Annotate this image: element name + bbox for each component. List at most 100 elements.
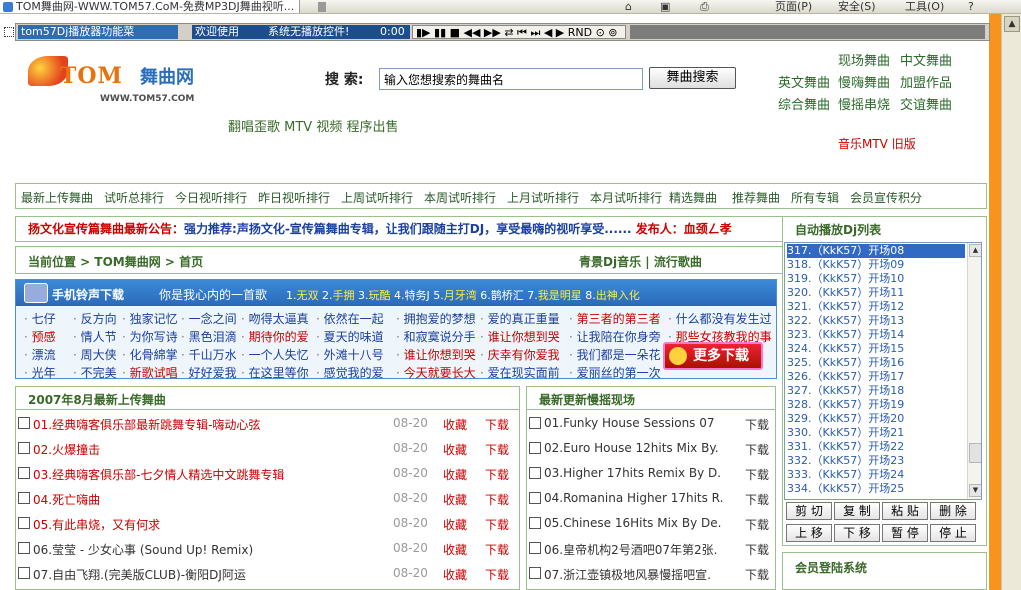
collect-link[interactable]: 收藏 — [443, 566, 467, 583]
site-logo[interactable]: TOM 舞曲网 WWW.TOM57.COM — [28, 53, 208, 108]
collect-link[interactable]: 收藏 — [443, 441, 467, 458]
download-link[interactable]: 下载 — [745, 541, 769, 558]
nav-item[interactable]: 昨日视听排行 — [258, 189, 330, 206]
sub-links[interactable]: 翻唱歪歌 MTV 视频 程序出售 — [228, 116, 398, 135]
ringtone-link[interactable]: · 和寂寞说分手 — [396, 328, 476, 345]
search-input[interactable] — [379, 68, 643, 90]
nav-item[interactable]: 今日视听排行 — [175, 189, 247, 206]
autoplay-button[interactable]: 上 移 — [786, 524, 832, 542]
download-link[interactable]: 下载 — [485, 491, 509, 508]
ringtone-link[interactable]: · 一个人失忆 — [241, 346, 309, 363]
row-checkbox[interactable] — [18, 567, 30, 579]
song-name[interactable]: 03.经典嗨客俱乐部-七夕情人精选中文跳舞专辑 — [33, 466, 284, 483]
list-item[interactable]: 322.（KkK57）开场13 — [787, 314, 965, 328]
song-name[interactable]: 02.火爆撞击 — [33, 441, 100, 458]
nav-item[interactable]: 本周试听排行 — [424, 189, 496, 206]
ringtone-link[interactable]: · 拥抱爱的梦想 — [396, 310, 476, 327]
link-ballroom[interactable]: 交谊舞曲 — [900, 94, 952, 113]
player-volume-slider[interactable] — [630, 25, 985, 39]
list-item[interactable]: 319.（KkK57）开场10 — [787, 272, 965, 286]
ringtone-link[interactable]: · 什么都没有发生过 — [668, 310, 772, 327]
song-name[interactable]: 01.经典嗨客俱乐部最新跳舞专辑-嗨动心弦 — [33, 416, 260, 433]
row-checkbox[interactable] — [18, 417, 30, 429]
tab-close-icon[interactable] — [318, 2, 326, 12]
list-item[interactable]: 318.（KkK57）开场09 — [787, 258, 965, 272]
list-item[interactable]: 334.（KkK57）开场25 — [787, 482, 965, 496]
ringtone-link[interactable]: · 漂流 — [24, 346, 56, 363]
ringtone-link[interactable]: · 谁让你想到哭 — [480, 328, 560, 345]
list-item[interactable]: 324.（KkK57）开场15 — [787, 342, 965, 356]
collect-link[interactable]: 收藏 — [443, 541, 467, 558]
ringtone-link[interactable]: · 情人节 — [73, 328, 117, 345]
ringtone-link[interactable]: · 预感 — [24, 328, 56, 345]
menu-page[interactable]: 页面(P) — [775, 0, 812, 13]
nav-item[interactable]: 会员宣传积分 — [850, 189, 922, 206]
download-link[interactable]: 下载 — [485, 441, 509, 458]
ringtone-link[interactable]: · 不完美 — [73, 364, 117, 381]
list-item[interactable]: 331.（KkK57）开场22 — [787, 440, 965, 454]
ringtone-link[interactable]: · 为你写诗 — [122, 328, 178, 345]
link-chinese[interactable]: 中文舞曲 — [900, 50, 952, 69]
menu-safety[interactable]: 安全(S) — [838, 0, 876, 13]
ringtone-link[interactable]: · 第三者的第三者 — [569, 310, 661, 327]
player-controls[interactable]: ▮▶ ▮▮ ■ ◀◀ ▶▶ ⇄ ⏮ ⏭ ◀ ▶ RND ⊙ ⊚ — [412, 25, 626, 39]
ringtone-top-item[interactable]: 出神入化 — [596, 289, 640, 302]
collect-link[interactable]: 收藏 — [443, 491, 467, 508]
ringtone-top-item[interactable]: 无双 — [297, 289, 319, 302]
row-checkbox[interactable] — [18, 467, 30, 479]
ringtone-link[interactable]: · 夏天的味道 — [316, 328, 384, 345]
link-medley[interactable]: 慢摇串烧 — [838, 94, 890, 113]
download-link[interactable]: 下载 — [745, 441, 769, 458]
list-item[interactable]: 329.（KkK57）开场20 — [787, 412, 965, 426]
dj-set-name[interactable]: 05.Chinese 16Hits Mix By De. — [544, 516, 721, 530]
row-checkbox[interactable] — [529, 467, 541, 479]
list-item[interactable]: 327.（KkK57）开场18 — [787, 384, 965, 398]
help-icon[interactable]: ? — [968, 0, 974, 13]
download-link[interactable]: 下载 — [745, 566, 769, 583]
ringtone-link[interactable]: · 爱丽丝的第一次 — [569, 364, 661, 381]
ringtone-top-item[interactable]: 鹊桥汇 — [491, 289, 524, 302]
autoplay-button[interactable]: 停 止 — [930, 524, 976, 542]
download-link[interactable]: 下载 — [745, 466, 769, 483]
list-item[interactable]: 325.（KkK57）开场16 — [787, 356, 965, 370]
ringtone-link[interactable]: · 周大侠 — [73, 346, 117, 363]
ringtone-link[interactable]: · 独家记忆 — [122, 310, 178, 327]
breadcrumb-path[interactable]: 当前位置 > TOM舞曲网 > 首页 — [28, 253, 203, 270]
ringtone-subtitle[interactable]: 你是我心内的一首歌 — [159, 286, 267, 303]
download-link[interactable]: 下载 — [485, 566, 509, 583]
ringtone-top-item[interactable]: 特务J — [405, 289, 430, 302]
search-button[interactable]: 舞曲搜索 — [649, 67, 736, 89]
ringtone-link[interactable]: · 好好爱我 — [181, 364, 237, 381]
ringtone-link[interactable]: · 爱的真正重量 — [480, 310, 560, 327]
nav-item[interactable]: 上月试听排行 — [507, 189, 579, 206]
nav-item[interactable]: 上周试听排行 — [341, 189, 413, 206]
ringtone-link[interactable]: · 外滩十八号 — [316, 346, 384, 363]
ringtone-link[interactable]: · 黑色泪滴 — [181, 328, 237, 345]
ringtone-top-item[interactable]: 我是明星 — [538, 289, 582, 302]
ringtone-link[interactable]: · 依然在一起 — [316, 310, 384, 327]
download-link[interactable]: 下载 — [485, 416, 509, 433]
dj-set-name[interactable]: 02.Euro House 12hits Mix By. — [544, 441, 719, 455]
ringtone-link[interactable]: · 一念之间 — [181, 310, 237, 327]
collect-link[interactable]: 收藏 — [443, 466, 467, 483]
link-mix[interactable]: 综合舞曲 — [778, 94, 830, 113]
ringtone-top-item[interactable]: 月牙湾 — [444, 289, 477, 302]
ringtone-link[interactable]: · 庆幸有你爱我 — [480, 346, 560, 363]
autoplay-button[interactable]: 剪 切 — [786, 502, 832, 520]
ringtone-link[interactable]: · 我们都是一朵花 — [569, 346, 661, 363]
nav-item[interactable]: 试听总排行 — [104, 189, 164, 206]
collect-link[interactable]: 收藏 — [443, 516, 467, 533]
ringtone-link[interactable]: · 让我陪在你身旁 — [569, 328, 661, 345]
autoplay-listbox[interactable]: 317.（KkK57）开场08 318.（KkK57）开场09 319.（KkK57… — [784, 242, 982, 500]
ringtone-link[interactable]: · 谁让你想到哭 — [396, 346, 476, 363]
row-checkbox[interactable] — [18, 442, 30, 454]
nav-item[interactable]: 本月试听排行 — [590, 189, 662, 206]
row-checkbox[interactable] — [529, 442, 541, 454]
nav-item[interactable]: 推荐舞曲 — [732, 189, 780, 206]
ringtone-link[interactable]: · 在这里等你 — [241, 364, 309, 381]
scroll-down-icon[interactable]: ▼ — [969, 484, 981, 497]
link-slow[interactable]: 慢嗨舞曲 — [838, 72, 890, 91]
song-name[interactable]: 04.死亡嗨曲 — [33, 491, 100, 508]
list-item[interactable]: 321.（KkK57）开场12 — [787, 300, 965, 314]
nav-item[interactable]: 精选舞曲 — [669, 189, 717, 206]
